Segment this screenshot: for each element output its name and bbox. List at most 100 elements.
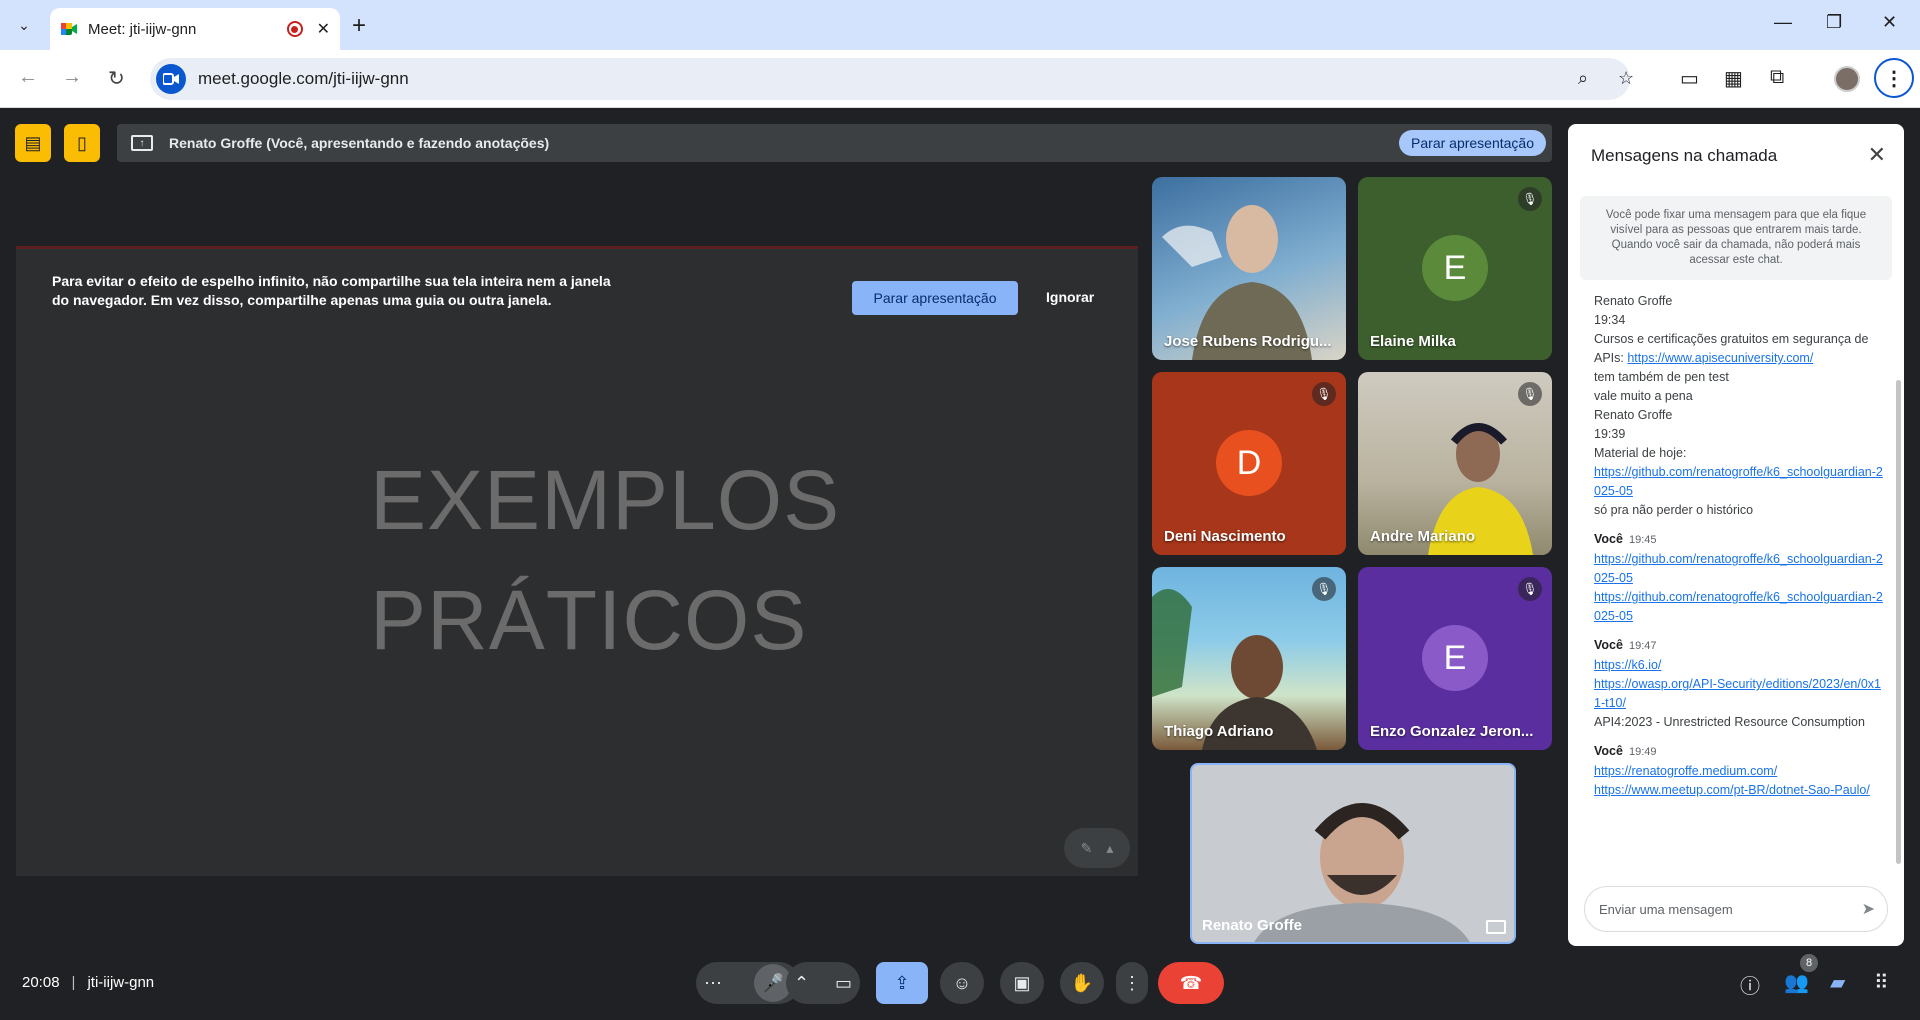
mic-off-icon: 🎙 bbox=[1312, 382, 1336, 406]
back-icon[interactable]: ← bbox=[18, 66, 38, 89]
participant-count-badge: 8 bbox=[1800, 954, 1818, 972]
message-link[interactable]: https://github.com/renatogroffe/k6_schoo… bbox=[1594, 552, 1883, 585]
participant-name: Deni Nascimento bbox=[1164, 528, 1286, 545]
chat-info-banner: Você pode fixar uma mensagem para que el… bbox=[1580, 196, 1892, 280]
participant-tile[interactable]: D 🎙 Deni Nascimento bbox=[1152, 372, 1346, 555]
presenting-status: Renato Groffe (Você, apresentando e faze… bbox=[169, 135, 550, 151]
extensions-icon[interactable]: ⧉ bbox=[1770, 66, 1784, 89]
warning-stop-presenting-button[interactable]: Parar apresentação bbox=[852, 281, 1018, 315]
participant-tile[interactable]: E 🎙 Elaine Milka bbox=[1358, 177, 1552, 360]
activities-icon[interactable]: ⠿ bbox=[1874, 970, 1889, 995]
mirror-warning-text: Para evitar o efeito de espelho infinito… bbox=[52, 273, 611, 308]
warning-ignore-button[interactable]: Ignorar bbox=[1046, 289, 1094, 305]
mic-off-icon: 🎙 bbox=[1518, 187, 1542, 211]
message-link[interactable]: https://renatogroffe.medium.com/ bbox=[1594, 764, 1777, 778]
more-options-icon[interactable]: ⋯ bbox=[704, 973, 722, 994]
participant-tile[interactable]: E 🎙 Enzo Gonzalez Jeron... bbox=[1358, 567, 1552, 750]
message-link[interactable]: https://k6.io/ bbox=[1594, 658, 1661, 672]
slide-title-line-2: PRÁTICOS bbox=[370, 573, 808, 667]
present-screen-icon: ↑ bbox=[131, 135, 153, 151]
slide-title: EXEMPLOS PRÁTICOS bbox=[370, 440, 840, 680]
message-text: tem também de pen test bbox=[1594, 370, 1729, 384]
browser-tab[interactable]: Meet: jti-iijw-gnn ✕ bbox=[50, 8, 340, 50]
message-link[interactable]: https://www.meetup.com/pt-BR/dotnet-Sao-… bbox=[1594, 783, 1870, 797]
annotation-controls[interactable]: ✎ ▴ bbox=[1064, 828, 1130, 868]
self-view-tile[interactable]: Renato Groffe bbox=[1190, 763, 1516, 944]
present-screen-button[interactable]: ⇪ bbox=[876, 962, 928, 1004]
message-text: só pra não perder o histórico bbox=[1594, 503, 1754, 517]
captions-button[interactable]: ▣ bbox=[1000, 962, 1044, 1004]
reload-icon[interactable]: ↻ bbox=[108, 66, 125, 91]
meeting-code: jti-iijw-gnn bbox=[87, 974, 155, 991]
message-time: 19:45 bbox=[1628, 534, 1657, 546]
message-text: Cursos e certificações gratuitos em segu… bbox=[1594, 332, 1869, 365]
message-link[interactable]: https://github.com/renatogroffe/k6_schoo… bbox=[1594, 465, 1883, 498]
browser-menu-icon[interactable]: ⋮ bbox=[1874, 58, 1914, 98]
message-sender: Você bbox=[1594, 532, 1623, 546]
chevron-up-icon[interactable]: ⌃ bbox=[794, 973, 809, 994]
mic-off-icon: 🎙 bbox=[1312, 577, 1336, 601]
chat-message-input[interactable]: Enviar uma mensagem ➤ bbox=[1584, 886, 1888, 932]
mic-off-icon: 🎙 bbox=[1518, 382, 1542, 406]
chat-input-placeholder: Enviar uma mensagem bbox=[1599, 901, 1733, 917]
current-time: 20:08 bbox=[22, 974, 60, 991]
mic-off-icon: 🎙 bbox=[1518, 577, 1542, 601]
bookmark-star-icon[interactable]: ☆ bbox=[1618, 68, 1634, 89]
send-icon[interactable]: ➤ bbox=[1862, 899, 1875, 919]
people-icon[interactable]: 👥 bbox=[1784, 970, 1809, 995]
meeting-info: 20:08 | jti-iijw-gnn bbox=[22, 974, 155, 991]
raise-hand-button[interactable]: ✋ bbox=[1060, 962, 1104, 1004]
chat-close-icon[interactable]: ✕ bbox=[1868, 142, 1886, 168]
end-call-button[interactable]: ☎ bbox=[1158, 962, 1224, 1004]
tab-title: Meet: jti-iijw-gnn bbox=[88, 20, 197, 38]
annotation-layout-icon[interactable]: ▯ bbox=[64, 124, 100, 162]
camera-control[interactable]: ⌃ ▭ bbox=[786, 962, 860, 1004]
address-bar-row: ← → ↻ meet.google.com/jti-iijw-gnn ⌕ ☆ ▭… bbox=[0, 50, 1920, 108]
chat-scrollbar[interactable] bbox=[1896, 380, 1901, 864]
message-time: 19:47 bbox=[1628, 640, 1657, 652]
participant-avatar: E bbox=[1422, 625, 1488, 691]
profile-avatar[interactable] bbox=[1834, 66, 1860, 92]
chat-icon[interactable]: ▰ bbox=[1830, 970, 1845, 995]
participant-avatar: D bbox=[1216, 430, 1282, 496]
qr-code-icon[interactable]: ▦ bbox=[1724, 66, 1743, 91]
emoji-button[interactable]: ☺ bbox=[940, 962, 984, 1004]
mic-control[interactable]: ⋯ 🎤 bbox=[696, 962, 800, 1004]
new-tab-button[interactable]: + bbox=[352, 12, 366, 40]
tab-close-icon[interactable]: ✕ bbox=[317, 19, 330, 39]
message-text: vale muito a pena bbox=[1594, 389, 1693, 403]
screen-share-icon bbox=[1486, 920, 1506, 934]
self-name: Renato Groffe bbox=[1202, 917, 1303, 934]
restore-icon[interactable]: ❐ bbox=[1826, 12, 1842, 33]
meeting-details-icon[interactable]: ⓘ bbox=[1740, 970, 1760, 999]
participant-name: Enzo Gonzalez Jeron... bbox=[1370, 723, 1534, 740]
message-link[interactable]: https://www.apisecuniversity.com/ bbox=[1627, 351, 1813, 365]
window-close-icon[interactable]: ✕ bbox=[1882, 12, 1897, 33]
message-sender: Você bbox=[1594, 638, 1623, 652]
message-link[interactable]: https://github.com/renatogroffe/k6_schoo… bbox=[1594, 590, 1883, 623]
pen-icon[interactable]: ✎ bbox=[1081, 840, 1093, 857]
annotation-toggle-icon[interactable]: ▤ bbox=[15, 124, 51, 162]
tab-search-icon[interactable]: ⌄ bbox=[10, 11, 38, 39]
zoom-icon[interactable]: ⌕ bbox=[1578, 68, 1588, 89]
camera-icon[interactable]: ▭ bbox=[835, 973, 852, 994]
message-sender: Você bbox=[1594, 744, 1623, 758]
omnibox[interactable]: meet.google.com/jti-iijw-gnn bbox=[150, 58, 1630, 100]
cast-icon[interactable]: ▭ bbox=[1680, 66, 1699, 91]
presenting-bar: ↑ Renato Groffe (Você, apresentando e fa… bbox=[117, 124, 1552, 162]
site-camera-icon[interactable] bbox=[156, 64, 186, 94]
participant-tile[interactable]: 🎙 Thiago Adriano bbox=[1152, 567, 1346, 750]
forward-icon[interactable]: → bbox=[62, 66, 82, 89]
message-time: 19:39 bbox=[1594, 427, 1626, 441]
chevron-up-icon[interactable]: ▴ bbox=[1106, 840, 1113, 857]
message-time: 19:49 bbox=[1628, 746, 1657, 758]
message-link[interactable]: https://owasp.org/API-Security/editions/… bbox=[1594, 677, 1881, 710]
minimize-icon[interactable]: — bbox=[1774, 12, 1792, 33]
participant-tile[interactable]: 🎙 Andre Mariano bbox=[1358, 372, 1552, 555]
stop-presenting-button[interactable]: Parar apresentação bbox=[1399, 130, 1546, 156]
more-actions-button[interactable]: ⋮ bbox=[1116, 962, 1148, 1004]
participant-tile[interactable]: Jose Rubens Rodrigu... bbox=[1152, 177, 1346, 360]
chat-messages: Renato Groffe 19:34 Cursos e certificaçõ… bbox=[1594, 292, 1884, 800]
participant-name: Jose Rubens Rodrigu... bbox=[1164, 333, 1332, 350]
slide-title-line-1: EXEMPLOS bbox=[370, 453, 841, 547]
